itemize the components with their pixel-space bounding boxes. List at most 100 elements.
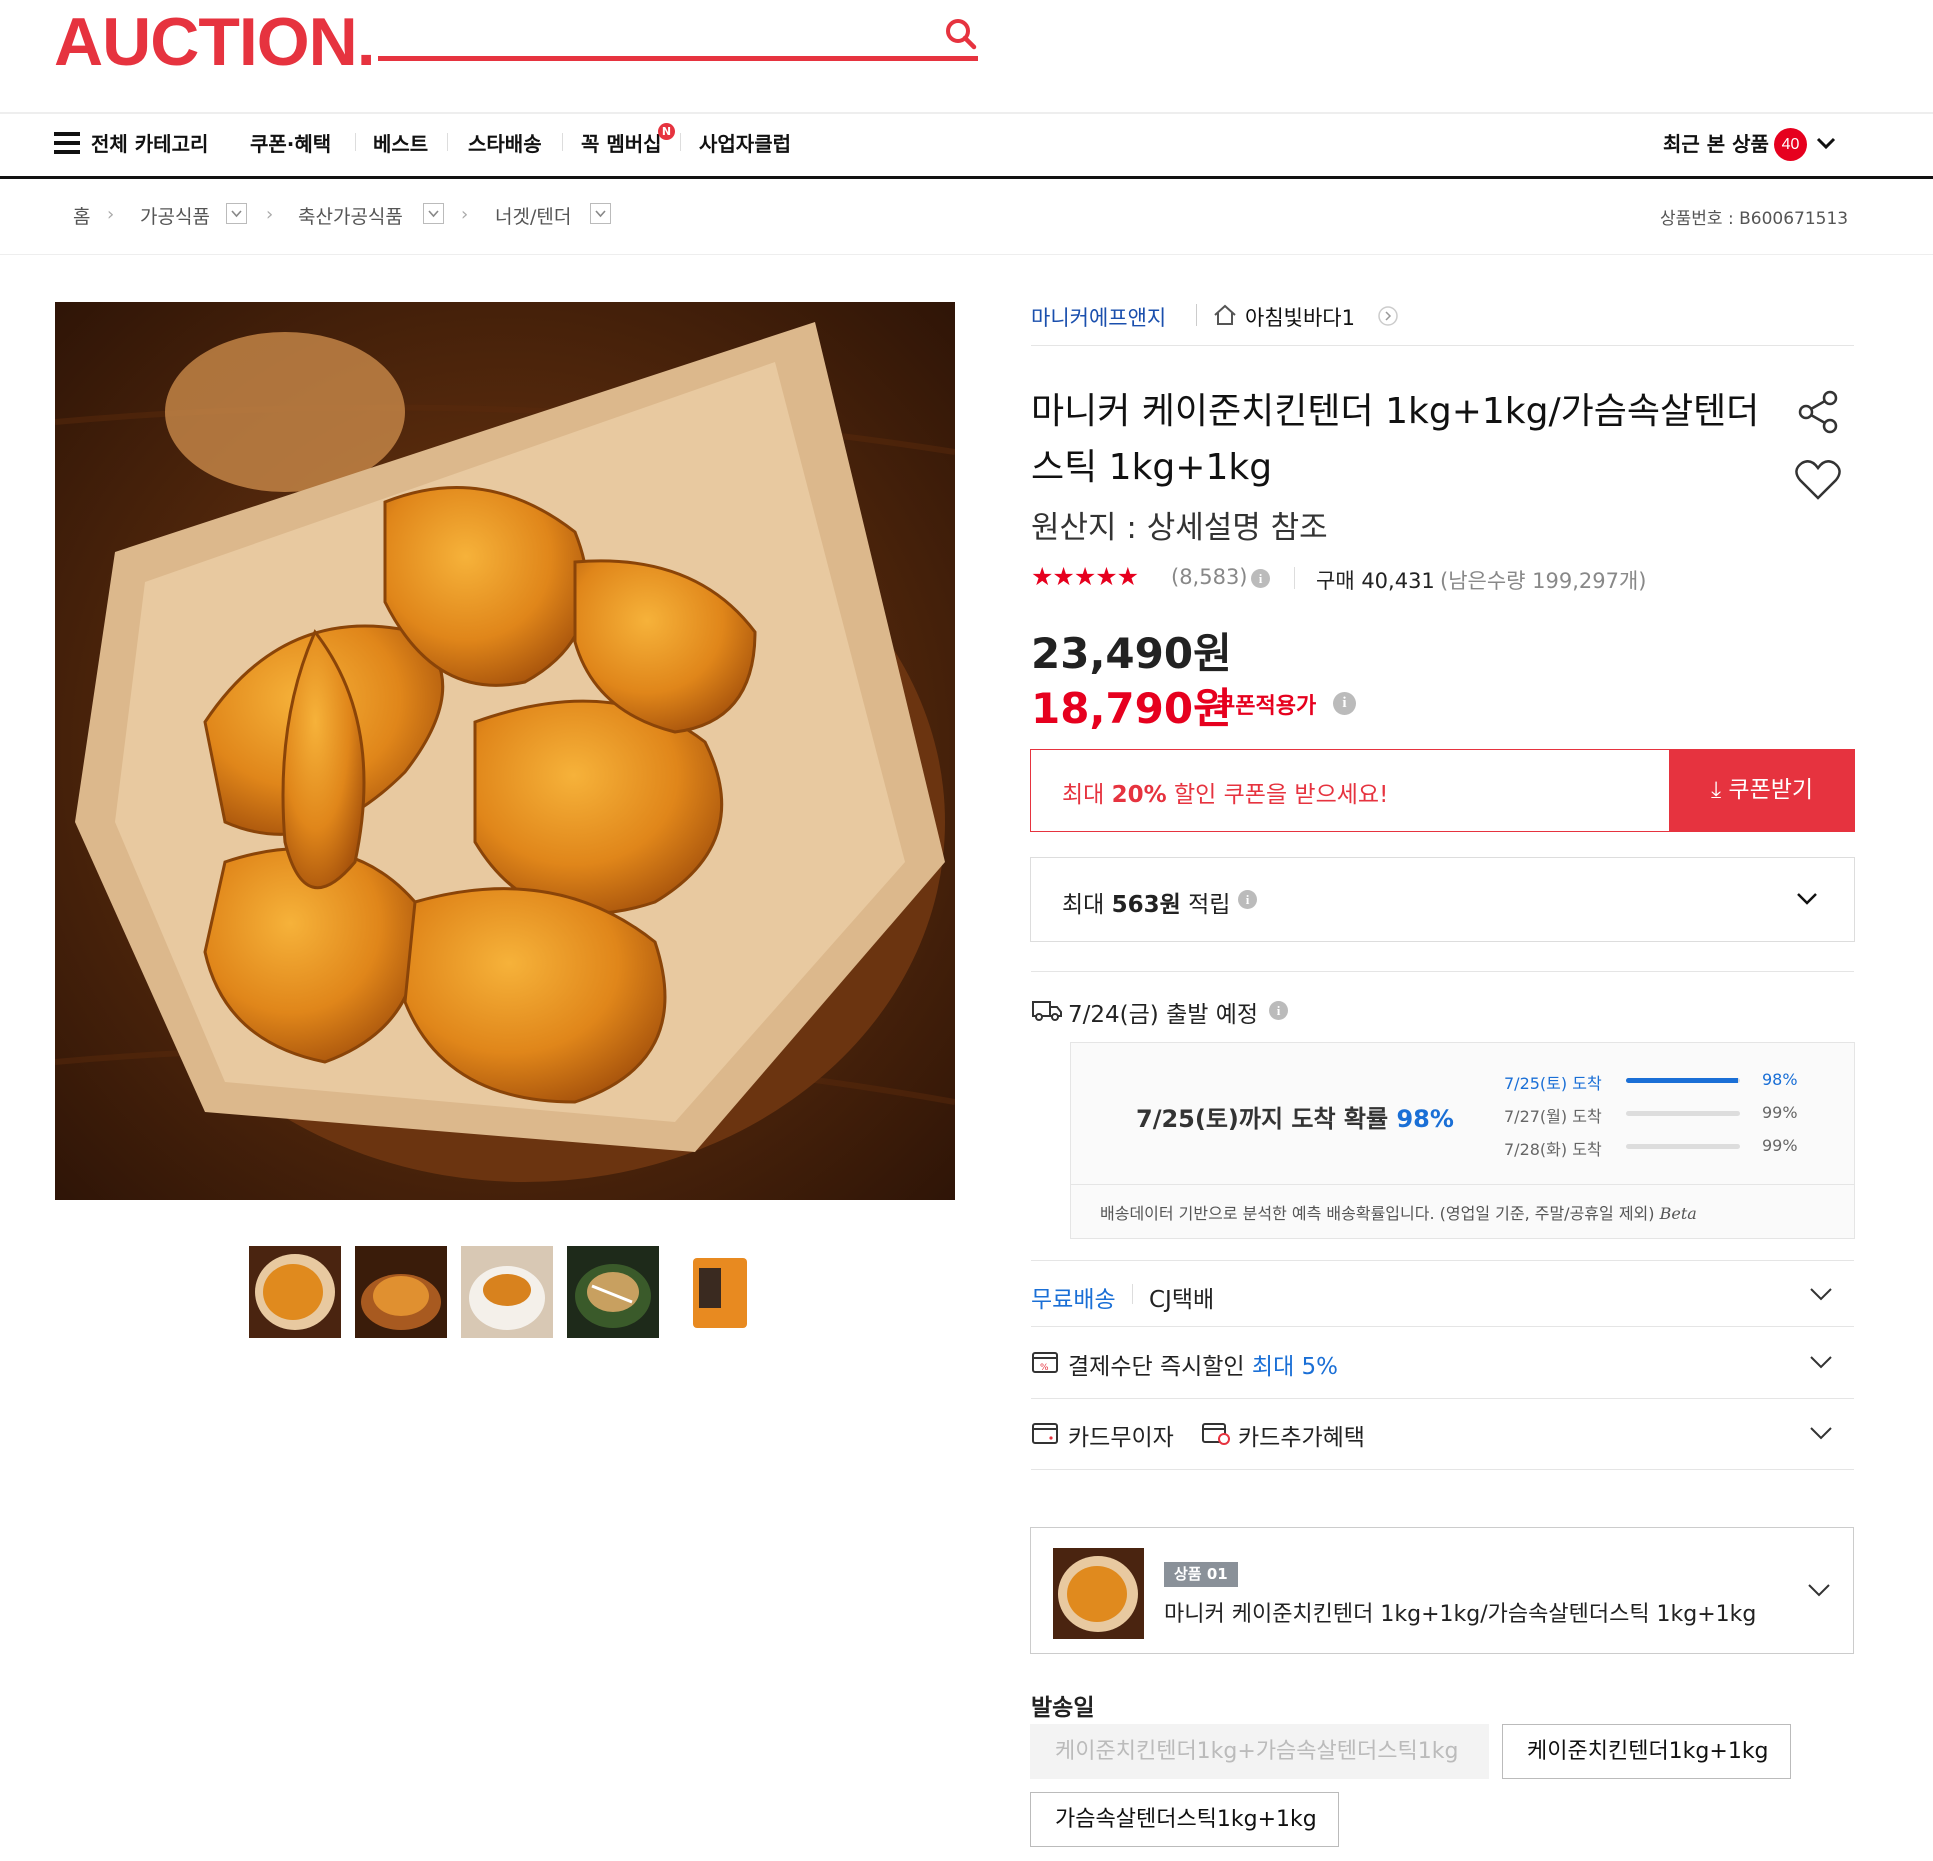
product-number: 상품번호 : B600671513 xyxy=(1660,209,1849,229)
card-benefit-icon xyxy=(1201,1420,1231,1446)
chevron-down-icon[interactable] xyxy=(423,203,444,224)
search-input[interactable] xyxy=(378,56,978,61)
recent-viewed-label[interactable]: 최근 본 상품 xyxy=(1663,128,1769,157)
card-icon xyxy=(1031,1420,1059,1446)
ship-date: 7/24(금) 출발 예정 xyxy=(1068,1002,1259,1028)
nav-separator xyxy=(447,133,448,151)
probability-bar xyxy=(1626,1078,1740,1083)
original-price: 23,490원 xyxy=(1031,629,1232,678)
thumbnail-image[interactable] xyxy=(567,1246,659,1338)
divider xyxy=(1294,567,1295,589)
coupon-banner-text: 최대 20% 할인 쿠폰을 받으세요! xyxy=(1062,782,1389,808)
arrival-probability-value: 99% xyxy=(1762,1103,1798,1122)
divider xyxy=(1031,971,1854,972)
chevron-down-icon[interactable] xyxy=(1794,891,1820,907)
remaining-stock: (남은수량 199,297개) xyxy=(1440,569,1647,593)
hamburger-menu-icon[interactable] xyxy=(54,132,80,154)
card-benefit[interactable]: 카드추가혜택 xyxy=(1238,1418,1365,1452)
divider xyxy=(1196,304,1197,326)
truck-icon xyxy=(1031,998,1063,1022)
divider xyxy=(0,254,1933,255)
review-count[interactable]: (8,583) xyxy=(1171,565,1248,589)
download-icon: ⤓ xyxy=(1710,777,1722,803)
chevron-down-icon[interactable] xyxy=(1808,1354,1834,1370)
divider xyxy=(0,112,1933,114)
nav-star-delivery[interactable]: 스타배송 xyxy=(468,128,542,157)
payment-discount: 결제수단 즉시할인 최대 5% xyxy=(1068,1354,1339,1380)
nav-membership[interactable]: 꼭 멤버십 xyxy=(581,128,662,157)
delivery-note: 배송데이터 기반으로 분석한 예측 배송확률입니다. (영업일 기준, 주말/공… xyxy=(1100,1204,1697,1223)
auction-logo[interactable]: AUCTION. xyxy=(54,8,376,76)
search-icon[interactable] xyxy=(942,16,980,54)
divider xyxy=(1031,1398,1854,1399)
main-product-image[interactable] xyxy=(55,302,955,1200)
ship-day-label: 발송일 xyxy=(1031,1695,1095,1721)
info-icon[interactable]: i xyxy=(1251,569,1270,588)
points-text: 최대 563원 적립 xyxy=(1062,892,1231,918)
purchase-count: 구매 40,431 xyxy=(1316,569,1435,593)
chevron-right-icon: › xyxy=(266,204,274,225)
info-icon[interactable]: i xyxy=(1269,1001,1288,1020)
heart-icon[interactable] xyxy=(1794,458,1842,502)
origin-info: 원산지 : 상세설명 참조 xyxy=(1031,510,1328,546)
nav-separator xyxy=(680,133,681,151)
divider xyxy=(1031,1469,1854,1470)
chevron-down-icon[interactable] xyxy=(1808,1425,1834,1441)
divider xyxy=(1132,1284,1133,1304)
get-coupon-button[interactable]: ⤓ 쿠폰받기 xyxy=(1669,749,1855,832)
nav-separator xyxy=(562,133,563,151)
arrival-probability-value: 99% xyxy=(1762,1136,1798,1155)
arrival-date-label: 7/27(월) 도착 xyxy=(1504,1107,1602,1126)
arrival-probability-value: 98% xyxy=(1762,1070,1798,1089)
new-badge: N xyxy=(658,123,675,140)
thumbnail-image[interactable] xyxy=(461,1246,553,1338)
free-shipping: 무료배송 xyxy=(1031,1287,1116,1313)
payment-discount-icon: % xyxy=(1031,1349,1059,1375)
chevron-right-icon: › xyxy=(461,204,469,225)
arrival-date-label: 7/25(토) 도착 xyxy=(1504,1074,1602,1093)
selected-product-dropdown[interactable] xyxy=(1030,1527,1854,1654)
chevron-down-icon[interactable] xyxy=(590,203,611,224)
card-interest-free[interactable]: 카드무이자 xyxy=(1068,1418,1174,1452)
nav-coupon[interactable]: 쿠폰·혜택 xyxy=(250,128,331,157)
home-icon[interactable] xyxy=(1212,302,1238,328)
coupon-price: 18,790원 xyxy=(1031,684,1232,733)
arrival-date-label: 7/28(화) 도착 xyxy=(1504,1140,1602,1159)
option-button[interactable]: 케이준치킨텐더1kg+1kg xyxy=(1502,1724,1791,1779)
chevron-down-icon[interactable] xyxy=(1815,135,1837,151)
breadcrumb-item[interactable]: 가공식품 xyxy=(140,202,210,229)
share-icon[interactable] xyxy=(1796,389,1842,435)
divider xyxy=(1031,345,1854,346)
divider xyxy=(0,176,1933,179)
rating-stars: ★★★★★ xyxy=(1031,562,1139,591)
nav-business-club[interactable]: 사업자클럽 xyxy=(699,128,791,157)
option-button[interactable]: 가슴속살텐더스틱1kg+1kg xyxy=(1030,1792,1339,1847)
chevron-right-icon: › xyxy=(107,204,115,225)
breadcrumb-home[interactable]: 홈 xyxy=(73,202,90,229)
store-link[interactable]: 아침빛바다1 xyxy=(1245,302,1355,332)
divider xyxy=(1031,1260,1854,1261)
divider xyxy=(1071,1184,1854,1185)
option-button-disabled: 케이준치킨텐더1kg+가슴속살텐더스틱1kg xyxy=(1030,1724,1489,1779)
selected-product-thumbnail xyxy=(1053,1548,1144,1639)
breadcrumb-item[interactable]: 너겟/텐더 xyxy=(495,202,571,229)
courier: CJ택배 xyxy=(1149,1287,1215,1313)
chevron-down-icon[interactable] xyxy=(1806,1582,1832,1598)
info-icon[interactable]: i xyxy=(1238,890,1257,909)
chevron-down-icon[interactable] xyxy=(226,203,247,224)
seller-link[interactable]: 마니커에프앤지 xyxy=(1031,302,1166,332)
chevron-down-icon[interactable] xyxy=(1808,1286,1834,1302)
nav-best[interactable]: 베스트 xyxy=(373,128,428,157)
recent-count-badge[interactable]: 40 xyxy=(1774,128,1807,161)
thumbnail-image[interactable] xyxy=(249,1246,341,1338)
divider xyxy=(1031,1326,1854,1327)
nav-all-categories[interactable]: 전체 카테고리 xyxy=(91,128,208,157)
selected-product-name: 마니커 케이준치킨텐더 1kg+1kg/가슴속살텐더스틱 1kg+1kg xyxy=(1164,1602,1757,1627)
breadcrumb-item[interactable]: 축산가공식품 xyxy=(298,202,403,229)
thumbnail-image[interactable] xyxy=(355,1246,447,1338)
thumbnail-image[interactable] xyxy=(673,1246,765,1338)
chevron-right-circle-icon[interactable] xyxy=(1377,305,1399,327)
probability-bar xyxy=(1626,1111,1740,1116)
product-title: 마니커 케이준치킨텐더 1kg+1kg/가슴속살텐더스틱 1kg+1kg xyxy=(1031,391,1760,488)
info-icon[interactable]: i xyxy=(1333,692,1356,715)
